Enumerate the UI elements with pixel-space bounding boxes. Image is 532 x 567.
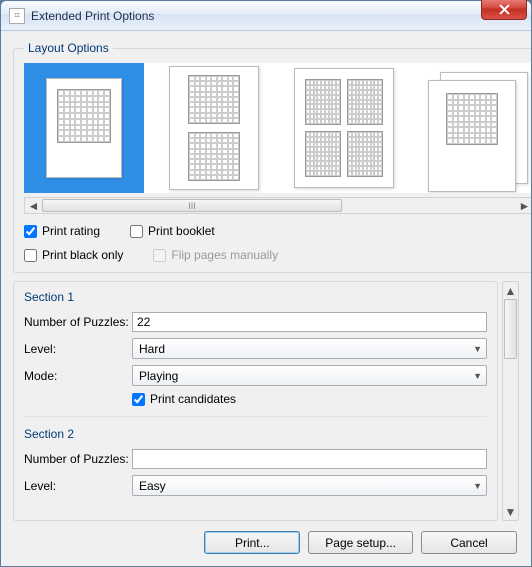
layout-options-legend: Layout Options	[24, 41, 113, 55]
sudoku-grid-icon	[446, 93, 498, 145]
dialog-body: Layout Options	[1, 31, 531, 566]
scroll-handle[interactable]	[504, 299, 517, 359]
page-setup-button[interactable]: Page setup...	[308, 531, 413, 554]
sudoku-grid-icon	[347, 79, 383, 125]
scroll-handle[interactable]: III	[42, 199, 342, 212]
sudoku-grid-icon	[347, 131, 383, 177]
section-2-title: Section 2	[24, 427, 487, 441]
s1-num-label: Number of Puzzles:	[24, 315, 132, 329]
titlebar: ⌗ Extended Print Options	[1, 1, 531, 31]
s2-level-value: Easy	[139, 479, 166, 493]
sudoku-grid-icon	[188, 75, 240, 124]
sections-panel: Section 1 Number of Puzzles: Level: Hard…	[13, 281, 519, 521]
s1-mode-label: Mode:	[24, 369, 132, 383]
flip-pages-label: Flip pages manually	[171, 248, 278, 262]
sudoku-grid-icon	[57, 89, 111, 143]
layout-thumb-booklet[interactable]	[414, 63, 531, 193]
close-button[interactable]	[481, 0, 527, 20]
sections-scrollbar[interactable]: ▲ ▼	[502, 281, 519, 521]
cancel-button[interactable]: Cancel	[421, 531, 517, 554]
print-booklet-input[interactable]	[130, 225, 143, 238]
s1-mode-select[interactable]: Playing ▼	[132, 365, 487, 386]
button-bar: Print... Page setup... Cancel	[13, 529, 519, 558]
s1-level-label: Level:	[24, 342, 132, 356]
s1-level-value: Hard	[139, 342, 165, 356]
layout-thumb-4up[interactable]	[284, 63, 404, 193]
s1-mode-value: Playing	[139, 369, 178, 383]
scroll-track[interactable]	[503, 299, 518, 503]
flip-pages-input	[153, 249, 166, 262]
page-preview	[169, 66, 259, 190]
sudoku-grid-icon	[305, 79, 341, 125]
scroll-track[interactable]: III	[42, 198, 516, 213]
layout-options-group: Layout Options	[13, 41, 531, 273]
print-booklet-checkbox[interactable]: Print booklet	[130, 224, 215, 238]
s1-candidates-row: Print candidates	[24, 392, 487, 406]
sudoku-grid-icon	[188, 132, 240, 181]
s1-level-select[interactable]: Hard ▼	[132, 338, 487, 359]
page-preview	[46, 78, 122, 178]
print-candidates-checkbox[interactable]: Print candidates	[132, 392, 240, 406]
layout-thumb-1up[interactable]	[24, 63, 144, 193]
section-divider	[24, 416, 487, 417]
section-1-title: Section 1	[24, 290, 487, 304]
scroll-right-arrow[interactable]: ►	[516, 198, 531, 213]
s1-mode-row: Mode: Playing ▼	[24, 365, 487, 386]
close-icon	[499, 4, 510, 15]
print-button[interactable]: Print...	[204, 531, 300, 554]
s2-level-row: Level: Easy ▼	[24, 475, 487, 496]
print-rating-checkbox[interactable]: Print rating	[24, 224, 100, 238]
print-rating-label: Print rating	[42, 224, 100, 238]
print-rating-input[interactable]	[24, 225, 37, 238]
layout-thumbnails	[24, 63, 531, 193]
s2-num-label: Number of Puzzles:	[24, 452, 132, 466]
layout-checkbox-row-1: Print rating Print booklet	[24, 224, 531, 238]
s2-level-label: Level:	[24, 479, 132, 493]
layout-checkbox-row-2: Print black only Flip pages manually	[24, 248, 531, 262]
scroll-up-arrow[interactable]: ▲	[503, 282, 518, 299]
dialog-window: ⌗ Extended Print Options Layout Options	[0, 0, 532, 567]
sudoku-grid-icon	[305, 131, 341, 177]
app-icon: ⌗	[9, 8, 25, 24]
print-candidates-label: Print candidates	[150, 392, 236, 406]
print-black-only-input[interactable]	[24, 249, 37, 262]
chevron-down-icon: ▼	[473, 371, 482, 381]
page-preview	[420, 72, 528, 184]
s2-num-input[interactable]	[132, 449, 487, 469]
chevron-down-icon: ▼	[473, 481, 482, 491]
window-title: Extended Print Options	[31, 9, 154, 23]
print-candidates-input[interactable]	[132, 393, 145, 406]
s1-num-input[interactable]	[132, 312, 487, 332]
chevron-down-icon: ▼	[473, 344, 482, 354]
s1-level-row: Level: Hard ▼	[24, 338, 487, 359]
scroll-left-arrow[interactable]: ◄	[25, 198, 42, 213]
layout-thumb-2up[interactable]	[154, 63, 274, 193]
s2-level-select[interactable]: Easy ▼	[132, 475, 487, 496]
print-booklet-label: Print booklet	[148, 224, 215, 238]
s2-num-row: Number of Puzzles:	[24, 449, 487, 469]
scroll-down-arrow[interactable]: ▼	[503, 503, 518, 520]
page-preview	[294, 68, 394, 188]
print-black-only-checkbox[interactable]: Print black only	[24, 248, 123, 262]
layout-thumbnails-scrollbar[interactable]: ◄ III ►	[24, 197, 531, 214]
sections-scroll-content: Section 1 Number of Puzzles: Level: Hard…	[13, 281, 498, 521]
flip-pages-checkbox: Flip pages manually	[153, 248, 278, 262]
print-black-only-label: Print black only	[42, 248, 123, 262]
s1-num-row: Number of Puzzles:	[24, 312, 487, 332]
